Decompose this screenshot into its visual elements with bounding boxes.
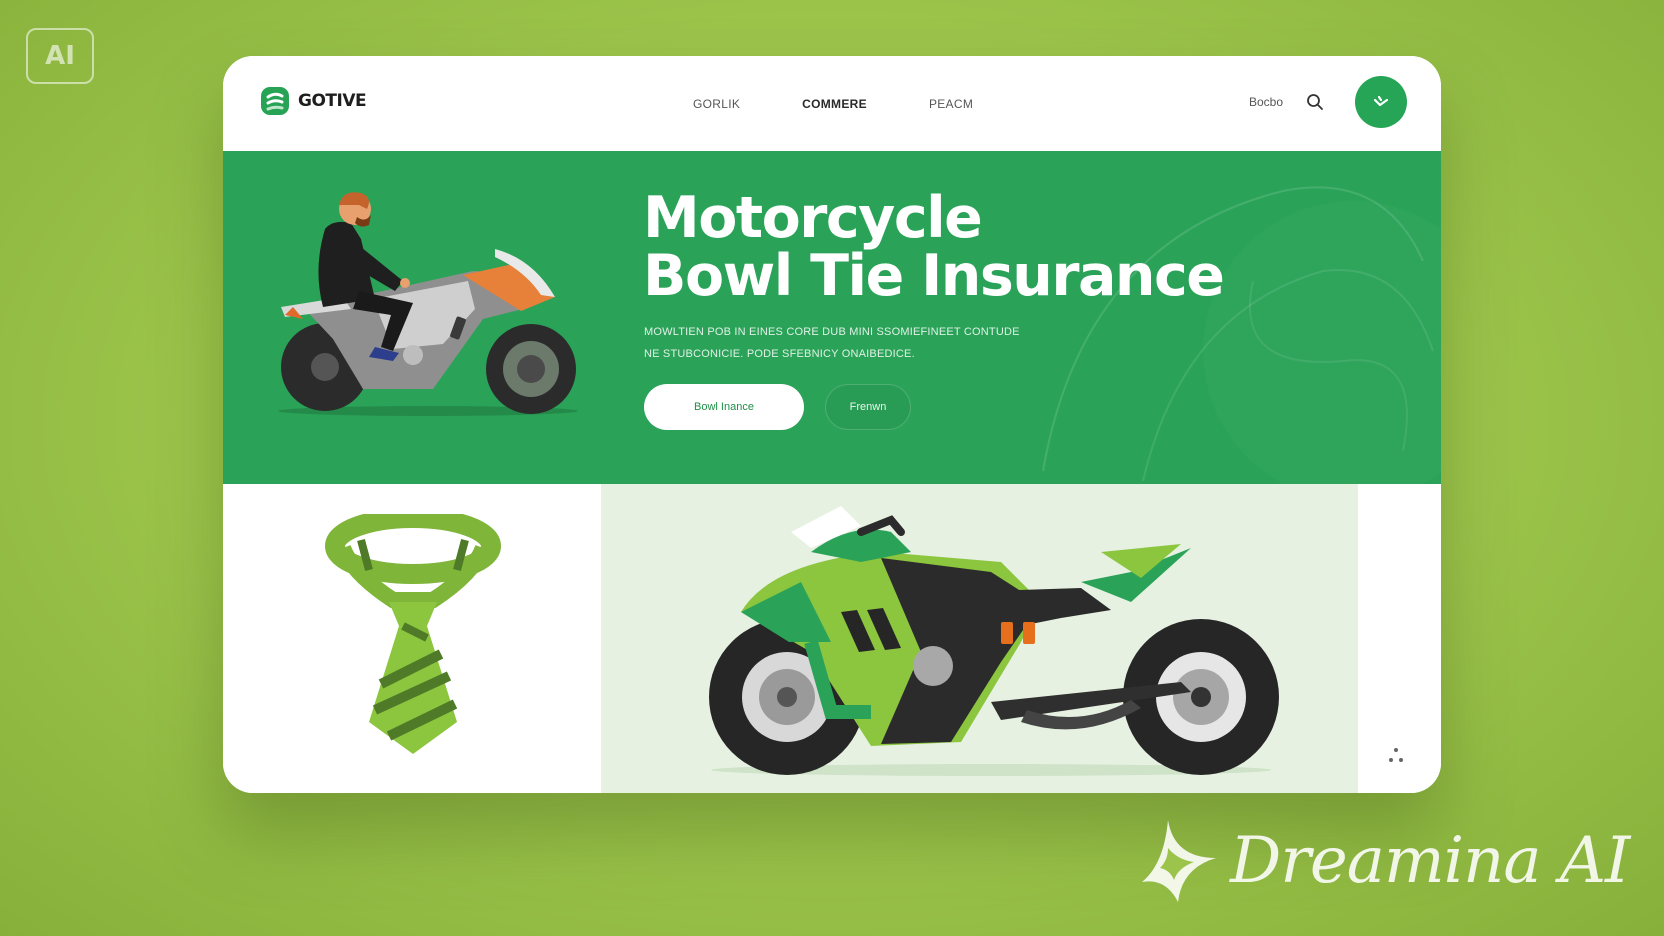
nav-actions: Bocbo [1249,76,1407,128]
nav-search-label[interactable]: Bocbo [1249,95,1283,109]
dreamina-logo-icon [1142,820,1216,902]
feature-gallery [223,484,1441,793]
brand-logo[interactable]: GOTIVE [260,86,367,116]
watermark: Dreamina AI [1138,818,1630,904]
hero-title-line-1: Motorcycle [643,185,983,251]
website-card: GOTIVE GORLIK COMMERE PEACM Bocbo Motorc… [223,56,1441,793]
call-button[interactable] [1355,76,1407,128]
rider-illustration [278,192,578,416]
brand-name: GOTIVE [298,91,367,111]
hero-subtitle-line-2: NE STUBCONICIE. PODE SFEBNICY ONAIBEDICE… [644,348,915,360]
nav-links: GORLIK COMMERE PEACM [693,97,973,111]
hero-title-line-2: Bowl Tie Insurance [643,243,1225,309]
bow-tie-icon [325,514,501,754]
nav-link-gorlik[interactable]: GORLIK [693,97,740,111]
nav-link-commere[interactable]: COMMERE [802,97,867,111]
top-navbar: GOTIVE GORLIK COMMERE PEACM Bocbo [223,56,1441,151]
primary-cta-button[interactable]: Bowl Inance [644,384,804,430]
hero-subtitle-line-1: MOWLTIEN POB IN EINES CORE DUB MINI SSOM… [644,326,1020,338]
secondary-cta-button[interactable]: Frenwn [825,384,911,430]
tie-panel [223,484,601,793]
brand-logo-icon [261,87,289,115]
motorcycle-illustration [709,506,1279,776]
phone-icon [1373,95,1389,107]
hero-subtitle: MOWLTIEN POB IN EINES CORE DUB MINI SSOM… [644,321,1064,365]
search-icon[interactable] [1305,92,1325,112]
nav-link-peacm[interactable]: PEACM [929,97,973,111]
motorcycle-panel [601,484,1358,793]
hero-title: Motorcycle Bowl Tie Insurance [643,185,1225,309]
more-dots-icon[interactable] [1384,746,1408,766]
hero-section: Motorcycle Bowl Tie Insurance MOWLTIEN P… [223,151,1441,484]
watermark-text: Dreamina AI [1230,824,1630,898]
side-panel [1358,484,1441,793]
ai-badge: AI [26,28,94,84]
